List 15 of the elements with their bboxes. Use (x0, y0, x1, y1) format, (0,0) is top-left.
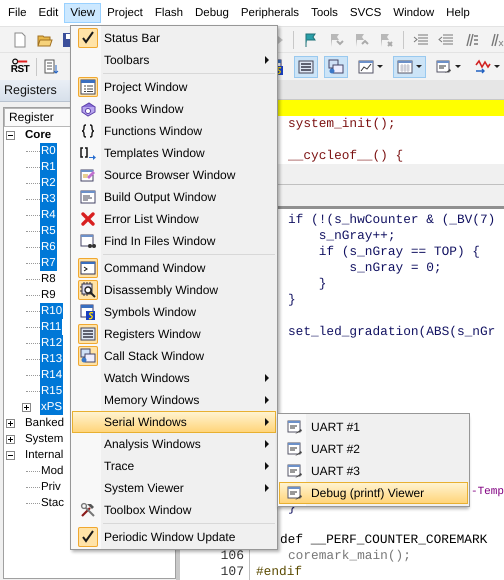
code-line: -Temp (470, 485, 504, 500)
code-line: #endif (255, 564, 302, 580)
code-line: if (!(s_hwCounter & (_BV(7) (287, 212, 496, 228)
code-line: if (s_nGray == TOP) { (318, 244, 480, 260)
line-number: 107 (220, 564, 244, 579)
code-line: } (287, 292, 296, 308)
code-line: coremark_main(); (287, 548, 411, 564)
code-line: } (318, 276, 326, 292)
code-line: system_init(); (287, 116, 396, 132)
code-line: __cycleof__() { (287, 148, 404, 164)
code-line: s_nGray = 0; (348, 260, 442, 276)
line-number: 106 (220, 548, 244, 563)
code-line: s_nGray++; (318, 228, 396, 244)
code-line: set_led_gradation(ABS(s_nGr (287, 324, 496, 340)
code-line: def __PERF_COUNTER_COREMARK (279, 532, 488, 548)
